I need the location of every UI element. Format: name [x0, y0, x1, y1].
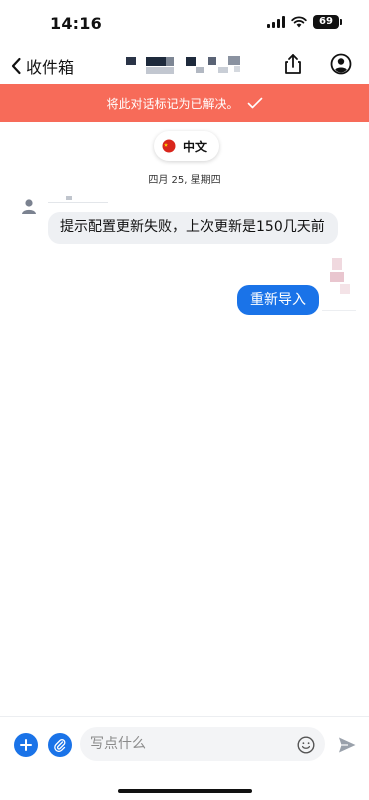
wifi-icon	[291, 16, 307, 28]
status-bar: 14:16 69	[0, 0, 369, 44]
language-label: 中文	[183, 139, 208, 154]
avatar	[22, 199, 36, 214]
status-time: 14:16	[50, 14, 102, 33]
send-icon[interactable]	[337, 735, 357, 755]
date-separator: 四月 25, 星期四	[148, 175, 221, 186]
paperclip-icon	[54, 739, 66, 752]
attach-button[interactable]	[48, 733, 72, 757]
add-button[interactable]	[14, 733, 38, 757]
flag-icon	[162, 139, 176, 153]
resolve-banner[interactable]: 将此对话标记为已解决。	[0, 84, 369, 122]
plus-icon	[20, 739, 32, 751]
nav-bar: 收件箱	[0, 44, 369, 84]
conversation-screen: 14:16 69 收件箱 将此对话标记为已解决。 中文 四月 25, 星期四 提…	[0, 0, 369, 800]
message-input[interactable]	[80, 727, 325, 761]
cellular-signal-icon	[267, 16, 285, 28]
user-circle-icon[interactable]	[329, 52, 353, 76]
chevron-left-icon	[11, 57, 21, 75]
back-label: 收件箱	[26, 58, 75, 77]
smiley-icon[interactable]	[297, 736, 315, 754]
check-icon	[247, 97, 262, 109]
message-composer	[0, 716, 369, 772]
status-icons: 69	[267, 15, 342, 29]
redacted-contact-name	[120, 54, 250, 76]
back-button[interactable]: 收件箱	[10, 54, 74, 78]
battery-indicator: 69	[313, 15, 342, 29]
banner-text: 将此对话标记为已解决。	[106, 96, 239, 111]
incoming-message: 提示配置更新失败，上次更新是150几天前	[48, 212, 338, 244]
home-indicator[interactable]	[118, 789, 252, 793]
share-icon[interactable]	[281, 52, 305, 76]
language-selector[interactable]: 中文	[154, 131, 220, 161]
redacted-image	[322, 244, 356, 314]
redacted-sender-name	[48, 196, 108, 204]
outgoing-message: 重新导入	[237, 285, 319, 315]
